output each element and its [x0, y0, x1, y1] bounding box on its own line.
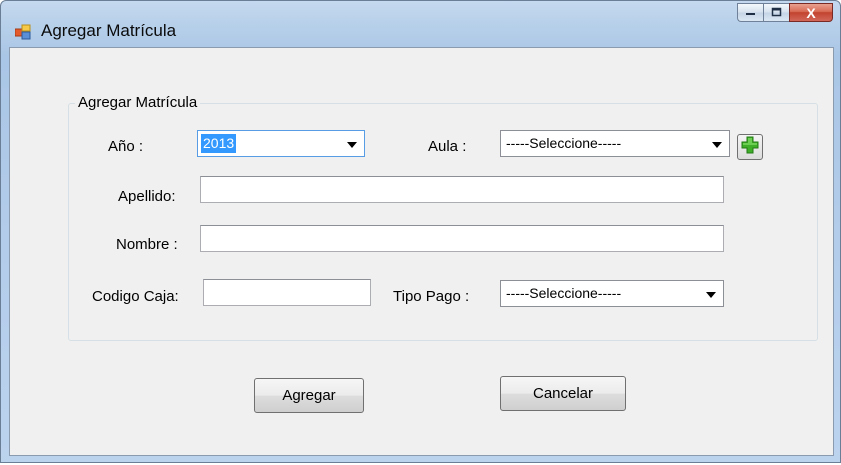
title-bar[interactable]: Agregar Matrícula X	[1, 1, 840, 47]
window-title: Agregar Matrícula	[41, 21, 177, 40]
codigo-caja-input[interactable]	[203, 279, 371, 306]
add-aula-button[interactable]	[737, 134, 763, 160]
nombre-label: Nombre :	[116, 236, 178, 253]
form-window-icon[interactable]	[14, 24, 31, 40]
anio-label: Año :	[108, 138, 144, 155]
apellido-label: Apellido:	[118, 188, 176, 205]
anio-combobox-value: 2013	[201, 134, 237, 153]
minimize-icon	[745, 4, 757, 21]
nombre-input[interactable]	[200, 225, 724, 252]
chevron-down-icon[interactable]	[706, 292, 716, 298]
agregar-button[interactable]: Agregar	[254, 378, 364, 413]
tipo-pago-combobox[interactable]: -----Seleccione-----	[500, 280, 724, 307]
codigo-caja-label: Codigo Caja:	[92, 288, 179, 305]
green-plus-icon	[741, 136, 759, 158]
groupbox-legend: Agregar Matrícula	[75, 94, 201, 111]
app-window: Agregar Matrícula X Agregar Matrícula Añ…	[0, 0, 841, 463]
apellido-input[interactable]	[200, 176, 724, 203]
close-icon: X	[806, 4, 816, 21]
form-client-area: Agregar Matrícula Año : 2013 Aula : ----…	[9, 47, 834, 456]
tipo-pago-combobox-value: -----Seleccione-----	[506, 285, 622, 301]
close-button[interactable]: X	[789, 3, 833, 22]
chevron-down-icon[interactable]	[347, 142, 357, 148]
aula-label: Aula :	[428, 138, 467, 155]
tipo-pago-label: Tipo Pago :	[393, 288, 470, 305]
chevron-down-icon[interactable]	[712, 142, 722, 148]
cancelar-button[interactable]: Cancelar	[500, 376, 626, 411]
minimize-button[interactable]	[737, 3, 763, 22]
aula-combobox-value: -----Seleccione-----	[506, 135, 622, 151]
aula-combobox[interactable]: -----Seleccione-----	[500, 130, 730, 157]
maximize-icon	[771, 4, 783, 21]
maximize-button[interactable]	[763, 3, 789, 22]
anio-combobox[interactable]: 2013	[197, 130, 365, 157]
caption-buttons: X	[737, 3, 833, 23]
